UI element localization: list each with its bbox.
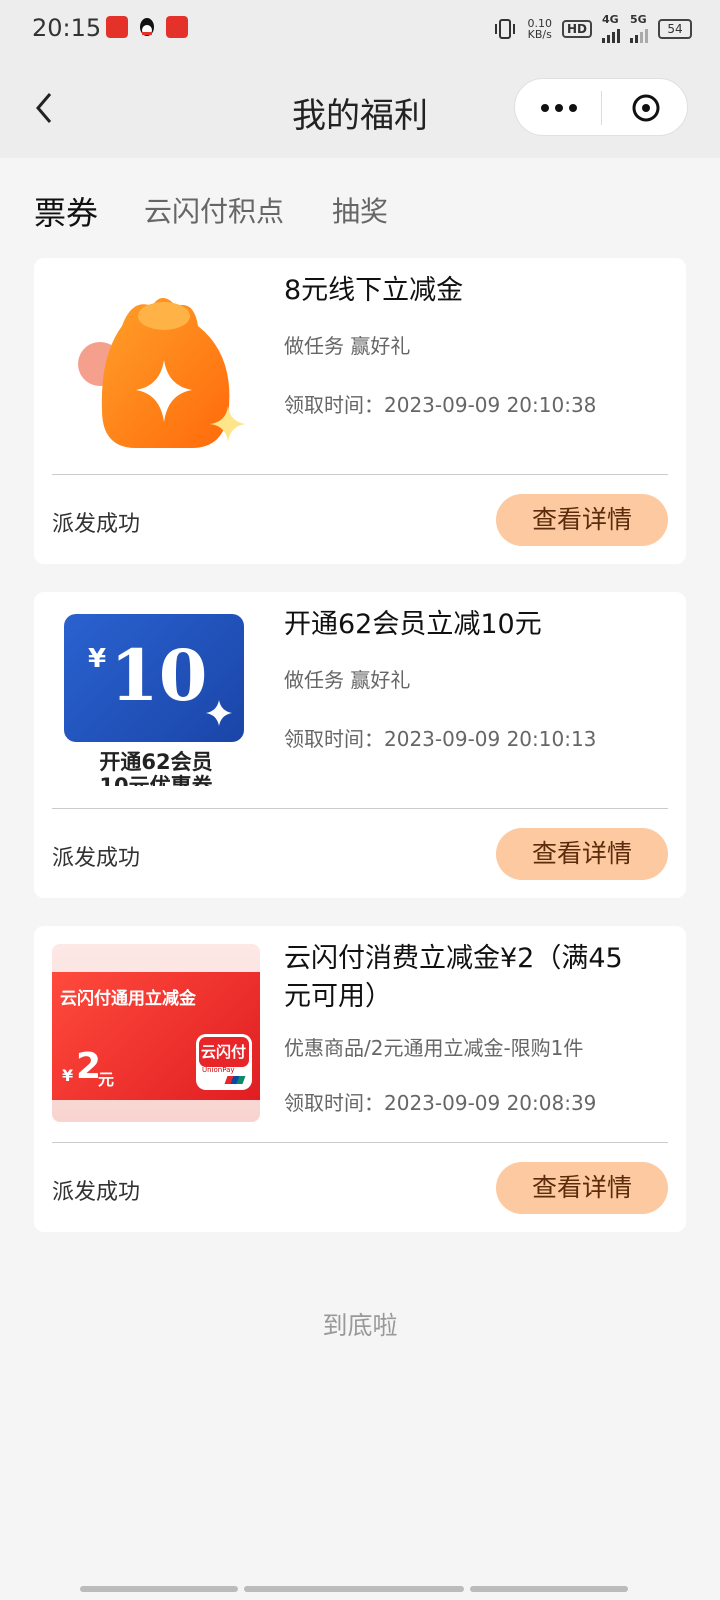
tab-lottery[interactable]: 抽奖	[332, 190, 388, 230]
card-status: 派发成功	[52, 512, 141, 537]
logo-sub: UnionPay	[202, 1066, 235, 1074]
mini-program-capsule	[514, 78, 688, 136]
net-speed-value: 0.10	[527, 16, 552, 30]
battery-icon: 54	[658, 18, 692, 39]
close-circle-icon[interactable]	[631, 93, 661, 123]
card-subtitle: 做任务 赢好礼	[284, 668, 411, 692]
gesture-bar-segment	[244, 1586, 464, 1592]
card-divider	[52, 474, 668, 475]
signal-icon	[602, 25, 620, 43]
unionpay-logo: 云闪付 UnionPay	[196, 1034, 252, 1090]
card-time: 领取时间：2023-09-09 20:08:39	[284, 1091, 597, 1115]
logo-text: 云闪付	[201, 1043, 247, 1061]
tab-bar: 票券 云闪付积点 抽奖	[0, 158, 720, 258]
money-bag-icon	[78, 298, 246, 448]
signal-icon-2	[630, 25, 648, 43]
card-title: 云闪付消费立减金¥2（满45元可用）	[284, 943, 623, 1012]
ticket-caption: 开通62会员	[99, 750, 213, 774]
card-divider	[52, 1142, 668, 1143]
card-subtitle: 做任务 赢好礼	[284, 334, 411, 358]
coupon-card: 云闪付通用立减金 ¥ 2 元 云闪付 UnionPay 云闪付消费立减金¥2（满…	[34, 926, 686, 1232]
net-speed: 0.10 KB/s	[527, 18, 552, 40]
hd-badge: HD	[561, 19, 592, 38]
card-divider	[52, 808, 668, 809]
tab-coupons[interactable]: 票券	[34, 188, 98, 234]
sim1-label: 4G	[602, 13, 619, 26]
capsule-divider	[601, 91, 602, 125]
notification-icons	[106, 16, 188, 38]
coupon-ticket-icon: ¥ 10 开通62会员 10元优惠券	[64, 614, 248, 786]
card-info: 云闪付消费立减金¥2（满45元可用） 优惠商品/2元通用立减金-限购1件 领取时…	[284, 940, 666, 1116]
qq-icon	[136, 16, 158, 38]
sim2-label: 5G	[630, 13, 647, 26]
coupon-label: 云闪付通用立减金	[60, 989, 196, 1009]
red-coupon-icon: 云闪付通用立减金 ¥ 2 元 云闪付 UnionPay	[52, 944, 260, 1122]
status-bar: 20:15 0.10 KB/s HD 4G 5G 54	[0, 0, 720, 58]
net-speed-unit: KB/s	[527, 27, 552, 41]
card-info: 8元线下立减金 做任务 赢好礼 领取时间：2023-09-09 20:10:38	[284, 272, 666, 418]
card-subtitle: 优惠商品/2元通用立减金-限购1件	[284, 1036, 584, 1060]
status-indicators: 0.10 KB/s HD 4G 5G 54	[493, 14, 692, 43]
card-title: 8元线下立减金	[284, 275, 464, 306]
card-title: 开通62会员立减10元	[284, 609, 542, 640]
battery-level: 54	[667, 21, 683, 36]
view-details-button[interactable]: 查看详情	[496, 828, 668, 880]
card-info: 开通62会员立减10元 做任务 赢好礼 领取时间：2023-09-09 20:1…	[284, 606, 666, 752]
gesture-bar-segment	[80, 1586, 238, 1592]
more-icon[interactable]	[537, 97, 581, 119]
ticket-amount: 10	[110, 634, 208, 717]
coupon-card: 8元线下立减金 做任务 赢好礼 领取时间：2023-09-09 20:10:38…	[34, 258, 686, 564]
coupon-card: ¥ 10 开通62会员 10元优惠券 开通62会员立减10元 做任务 赢好礼 领…	[34, 592, 686, 898]
sim2-signal: 5G	[630, 14, 648, 43]
gesture-bar-segment	[470, 1586, 628, 1592]
tab-points[interactable]: 云闪付积点	[144, 190, 284, 230]
view-details-button[interactable]: 查看详情	[496, 1162, 668, 1214]
card-status: 派发成功	[52, 846, 141, 871]
sparkle-icon	[206, 700, 232, 726]
card-status: 派发成功	[52, 1180, 141, 1205]
end-of-list-text: 到底啦	[322, 1311, 398, 1340]
card-time: 领取时间：2023-09-09 20:10:38	[284, 393, 597, 417]
coupon-unit: 元	[98, 1070, 115, 1089]
status-time: 20:15	[32, 14, 102, 42]
coupon-currency: ¥	[62, 1066, 74, 1085]
app-notification-icon-2	[166, 16, 188, 38]
nav-bar: 我的福利	[0, 58, 720, 158]
app-notification-icon	[106, 16, 128, 38]
ticket-currency: ¥	[88, 644, 107, 674]
card-time: 领取时间：2023-09-09 20:10:13	[284, 727, 597, 751]
sim1-signal: 4G	[602, 14, 620, 43]
ticket-caption-2: 10元优惠券	[99, 774, 213, 786]
vibrate-icon	[495, 18, 516, 39]
view-details-button[interactable]: 查看详情	[496, 494, 668, 546]
